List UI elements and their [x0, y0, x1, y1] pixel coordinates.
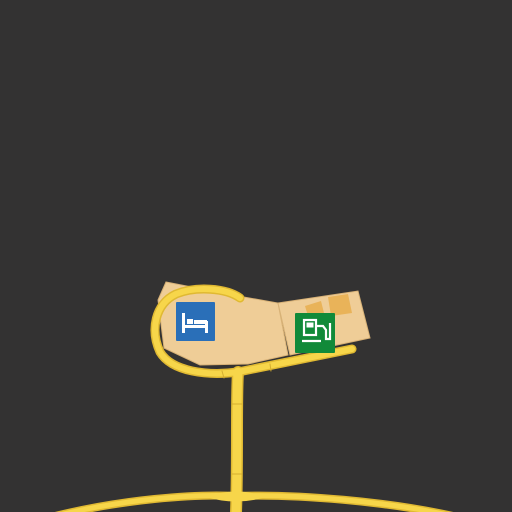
map-canvas[interactable] — [0, 0, 512, 512]
poi-hotel[interactable] — [176, 302, 215, 341]
poi-station[interactable] — [295, 313, 335, 353]
road-main[interactable] — [231, 367, 243, 512]
map-background — [0, 0, 512, 512]
building-annex[interactable] — [328, 294, 352, 316]
